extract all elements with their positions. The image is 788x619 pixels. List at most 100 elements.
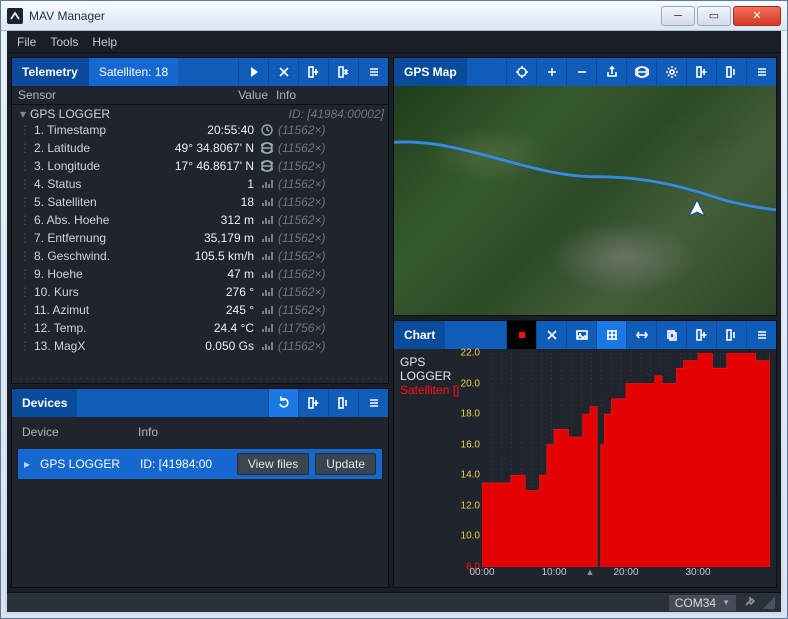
menu-icon[interactable] [746, 58, 776, 86]
pane-remove-icon[interactable] [716, 321, 746, 349]
com-port-select[interactable]: COM34 ▼ [668, 594, 737, 612]
close-button[interactable]: ✕ [733, 6, 781, 26]
refresh-icon[interactable] [268, 389, 298, 417]
sensor-name: 2. Latitude [34, 141, 164, 155]
sensor-row[interactable]: ⋮7. Entfernung35,179 m(11562×) [16, 229, 384, 247]
title-bar: MAV Manager ─ ▭ ✕ [1, 1, 787, 31]
sensor-info: (11562×) [276, 213, 384, 227]
sensor-name: 7. Entfernung [34, 231, 164, 245]
zoom-out-icon[interactable] [566, 58, 596, 86]
telemetry-header: Telemetry Satelliten: 18 [12, 58, 388, 86]
sensor-value: 49° 34.8067' N [164, 141, 258, 155]
splitter-h[interactable] [12, 377, 388, 381]
connect-icon[interactable] [743, 594, 757, 611]
sensor-name: 5. Satelliten [34, 195, 164, 209]
sensor-group[interactable]: ▾GPS LOGGERID: [41984:00002] [16, 107, 384, 121]
chart-cursor-icon[interactable]: ▲ [586, 567, 595, 577]
chart-header: Chart [394, 321, 776, 349]
sensor-info: (11562×) [276, 177, 384, 191]
pane-remove-icon[interactable] [716, 58, 746, 86]
sensor-row[interactable]: ⋮11. Azimut245 °(11562×) [16, 301, 384, 319]
menu-tools[interactable]: Tools [50, 35, 78, 49]
grid-icon[interactable] [596, 321, 626, 349]
device-name: GPS LOGGER [40, 457, 134, 471]
sensor-info: (11562×) [276, 195, 384, 209]
status-bar: COM34 ▼ [7, 592, 781, 612]
menu-icon[interactable] [358, 58, 388, 86]
x-tick: 10:00 [541, 567, 566, 578]
close-tab-icon[interactable] [268, 58, 298, 86]
expand-icon[interactable]: ▸ [24, 457, 34, 471]
pane-remove-icon[interactable] [328, 389, 358, 417]
sensor-info: (11756×) [276, 321, 384, 335]
sensor-row[interactable]: ⋮4. Status1(11562×) [16, 175, 384, 193]
sensor-row[interactable]: ⋮6. Abs. Hoehe312 m(11562×) [16, 211, 384, 229]
fit-icon[interactable] [626, 321, 656, 349]
sensor-info: (11562×) [276, 231, 384, 245]
device-id: ID: [41984:00 [140, 457, 231, 471]
y-tick: 14.0 [461, 470, 482, 481]
col-sensor: Sensor [18, 88, 178, 102]
pane-add-icon[interactable] [686, 58, 716, 86]
bars-icon [258, 286, 276, 298]
devices-header: Devices [12, 389, 388, 417]
image-icon[interactable] [566, 321, 596, 349]
sensor-row[interactable]: ⋮5. Satelliten18(11562×) [16, 193, 384, 211]
maximize-button[interactable]: ▭ [697, 6, 731, 26]
sensor-row[interactable]: ⋮13. MagX0.050 Gs(11562×) [16, 337, 384, 355]
pane-remove-icon[interactable] [328, 58, 358, 86]
record-icon[interactable] [506, 321, 536, 349]
view-files-button[interactable]: View files [237, 453, 309, 475]
close-chart-icon[interactable] [536, 321, 566, 349]
devices-title: Devices [12, 389, 77, 417]
x-tick: 30:00 [685, 567, 710, 578]
globe-icon[interactable] [626, 58, 656, 86]
col-device: Device [22, 425, 132, 439]
sensor-row[interactable]: ⋮9. Hoehe47 m(11562×) [16, 265, 384, 283]
sensor-info: (11562×) [276, 285, 384, 299]
telemetry-title: Telemetry [12, 58, 88, 86]
update-button[interactable]: Update [315, 453, 376, 475]
sensor-row[interactable]: ⋮8. Geschwind.105.5 km/h(11562×) [16, 247, 384, 265]
locate-icon[interactable] [506, 58, 536, 86]
bars-icon [258, 214, 276, 226]
telemetry-tab[interactable]: Satelliten: 18 [88, 58, 178, 86]
position-cursor-icon [686, 198, 708, 220]
export-icon[interactable] [596, 58, 626, 86]
pane-add-icon[interactable] [298, 389, 328, 417]
play-icon[interactable] [238, 58, 268, 86]
pane-add-icon[interactable] [298, 58, 328, 86]
y-tick: 22.0 [461, 348, 482, 359]
bars-icon [258, 250, 276, 262]
settings-icon[interactable] [656, 58, 686, 86]
sensor-name: 12. Temp. [34, 321, 164, 335]
menu-icon[interactable] [746, 321, 776, 349]
menu-help[interactable]: Help [92, 35, 117, 49]
pane-add-icon[interactable] [686, 321, 716, 349]
menu-file[interactable]: File [17, 35, 36, 49]
sensor-row[interactable]: ⋮10. Kurs276 °(11562×) [16, 283, 384, 301]
y-tick: 10.0 [461, 531, 482, 542]
sensor-row[interactable]: ⋮3. Longitude17° 46.8617' N(11562×) [16, 157, 384, 175]
sensor-row[interactable]: ⋮1. Timestamp20:55:40(11562×) [16, 121, 384, 139]
telemetry-columns: Sensor Value Info [12, 86, 388, 105]
sensor-value: 245 ° [164, 303, 258, 317]
zoom-in-icon[interactable] [536, 58, 566, 86]
menu-bar: File Tools Help [7, 31, 781, 53]
resize-grip[interactable] [763, 597, 775, 609]
sensor-row[interactable]: ⋮2. Latitude49° 34.8067' N(11562×) [16, 139, 384, 157]
map-canvas[interactable] [394, 86, 776, 315]
copy-icon[interactable] [656, 321, 686, 349]
device-row[interactable]: ▸ GPS LOGGER ID: [41984:00 View files Up… [18, 449, 382, 479]
minimize-button[interactable]: ─ [661, 6, 695, 26]
col-info: Info [268, 88, 382, 102]
col-info: Info [132, 425, 378, 439]
bars-icon [258, 178, 276, 190]
chart-canvas[interactable]: 22.020.018.016.014.012.010.08.000:0010:0… [482, 353, 770, 567]
sensor-value: 276 ° [164, 285, 258, 299]
sensor-row[interactable]: ⋮12. Temp.24.4 °C(11756×) [16, 319, 384, 337]
sensor-info: (11562×) [276, 141, 384, 155]
menu-icon[interactable] [358, 389, 388, 417]
y-tick: 20.0 [461, 378, 482, 389]
sensor-value: 105.5 km/h [164, 249, 258, 263]
